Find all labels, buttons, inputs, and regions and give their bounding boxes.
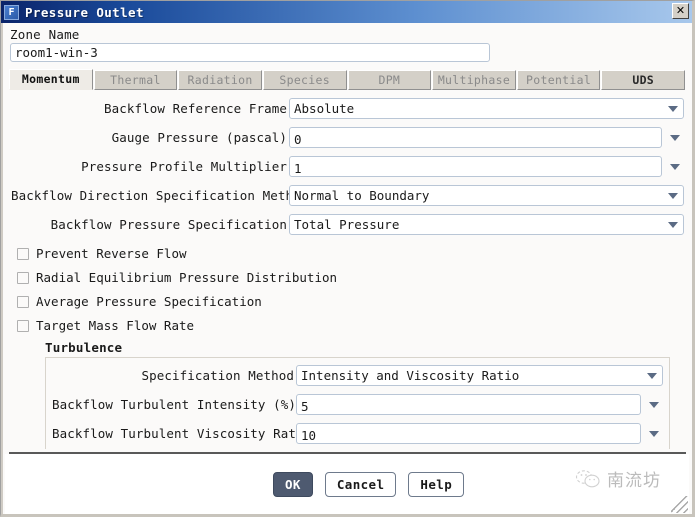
help-button[interactable]: Help	[408, 471, 465, 497]
field-row: Backflow Turbulent Viscosity Ratio	[52, 423, 663, 445]
checkbox-icon[interactable]	[17, 247, 29, 260]
dropdown-select[interactable]: Intensity and Viscosity Ratio	[296, 365, 663, 387]
tab-radiation[interactable]: Radiation	[178, 69, 262, 90]
dropdown-select[interactable]: Absolute	[289, 98, 684, 120]
chevron-down-icon[interactable]	[670, 134, 680, 141]
chevron-down-icon[interactable]	[668, 192, 678, 199]
field-row: Specification Method Intensity and Viscos…	[52, 365, 663, 387]
turbulence-group-box: Specification Method Intensity and Viscos…	[45, 356, 670, 449]
zone-name-input[interactable]	[10, 43, 490, 62]
field-label: Gauge Pressure (pascal)	[111, 130, 287, 146]
momentum-checkbox-list: Prevent Reverse Flow Radial Equilibrium P…	[11, 243, 684, 337]
close-icon[interactable]: ✕	[672, 3, 689, 19]
checkbox-icon[interactable]	[17, 271, 29, 284]
checkbox-row[interactable]: Target Mass Flow Rate	[17, 315, 684, 337]
chevron-down-icon[interactable]	[649, 430, 659, 437]
resize-grip[interactable]	[671, 496, 688, 513]
momentum-tab-panel: Backflow Reference Frame Absolute Gauge Pr…	[3, 89, 692, 449]
chevron-down-icon[interactable]	[649, 401, 659, 408]
field-row: Gauge Pressure (pascal)	[11, 127, 684, 149]
field-label: Specification Method	[141, 368, 294, 384]
spinner-field-wrap	[289, 127, 684, 149]
dropdown-select[interactable]: Normal to Boundary	[289, 185, 684, 207]
ok-button[interactable]: OK	[273, 471, 313, 497]
dropdown-value: Total Pressure	[294, 217, 400, 233]
dropdown-select[interactable]: Total Pressure	[289, 214, 684, 236]
checkbox-label: Radial Equilibrium Pressure Distribution	[36, 270, 338, 286]
checkbox-row[interactable]: Prevent Reverse Flow	[17, 243, 684, 265]
checkbox-icon[interactable]	[17, 295, 29, 308]
field-row: Backflow Pressure Specification Total Pre…	[11, 214, 684, 236]
tab-dpm[interactable]: DPM	[347, 69, 432, 90]
turbulence-field-rows: Specification Method Intensity and Viscos…	[52, 365, 663, 445]
numeric-input[interactable]	[296, 394, 641, 416]
tab-momentum[interactable]: Momentum	[9, 68, 93, 90]
title-bar: F Pressure Outlet ✕	[1, 1, 692, 23]
field-label: Pressure Profile Multiplier	[81, 159, 287, 175]
chevron-down-icon[interactable]	[670, 163, 680, 170]
footer-button-group: OK Cancel Help	[273, 471, 465, 497]
dropdown-value: Intensity and Viscosity Ratio	[301, 368, 520, 384]
window-title: Pressure Outlet	[25, 4, 144, 20]
cancel-button[interactable]: Cancel	[324, 471, 397, 497]
checkbox-label: Prevent Reverse Flow	[36, 246, 187, 262]
field-row: Backflow Turbulent Intensity (%)	[52, 394, 663, 416]
chevron-down-icon[interactable]	[668, 105, 678, 112]
tab-thermal[interactable]: Thermal	[93, 69, 178, 90]
field-row: Backflow Reference Frame Absolute	[11, 98, 684, 120]
watermark: 南流坊	[575, 466, 661, 491]
field-label: Backflow Pressure Specification	[50, 217, 287, 233]
wechat-icon	[575, 469, 600, 487]
tab-species[interactable]: Species	[262, 69, 347, 90]
zone-name-label: Zone Name	[10, 27, 80, 42]
dropdown-value: Normal to Boundary	[294, 188, 430, 204]
checkbox-label: Target Mass Flow Rate	[36, 318, 195, 334]
chevron-down-icon[interactable]	[668, 221, 678, 228]
fluent-app-icon: F	[4, 4, 19, 20]
dialog-footer: OK Cancel Help 南流坊	[5, 454, 689, 514]
field-row: Pressure Profile Multiplier	[11, 156, 684, 178]
field-label: Backflow Reference Frame	[103, 101, 287, 117]
field-label: Backflow Direction Specification Method	[11, 188, 309, 204]
tab-bar: Momentum Thermal Radiation Species DPM Multip…	[9, 68, 686, 90]
watermark-text: 南流坊	[607, 471, 661, 491]
checkbox-row[interactable]: Average Pressure Specification	[17, 291, 684, 313]
field-label: Backflow Turbulent Viscosity Ratio	[52, 426, 312, 442]
tab-multiphase[interactable]: Multiphase	[432, 69, 516, 90]
checkbox-icon[interactable]	[17, 319, 29, 332]
chevron-down-icon[interactable]	[647, 372, 657, 379]
field-label: Backflow Turbulent Intensity (%)	[52, 397, 297, 413]
spinner-field-wrap	[296, 423, 663, 445]
dropdown-value: Absolute	[294, 101, 355, 117]
numeric-input[interactable]	[289, 156, 662, 178]
tab-uds[interactable]: UDS	[601, 69, 685, 90]
spinner-field-wrap	[296, 394, 663, 416]
dialog-body: Zone Name MomentumThermalRadiationSpecie…	[1, 23, 692, 514]
pressure-outlet-dialog: F Pressure Outlet ✕ Zone Name MomentumTh…	[0, 0, 695, 517]
momentum-field-rows: Backflow Reference Frame Absolute Gauge Pr…	[11, 98, 684, 236]
numeric-input[interactable]	[296, 423, 641, 445]
numeric-input[interactable]	[289, 127, 662, 149]
turbulence-group-title: Turbulence	[45, 339, 123, 355]
spinner-field-wrap	[289, 156, 684, 178]
field-row: Backflow Direction Specification Method N…	[11, 185, 684, 207]
checkbox-label: Average Pressure Specification	[36, 294, 262, 310]
checkbox-row[interactable]: Radial Equilibrium Pressure Distribution	[17, 267, 684, 289]
tab-potential[interactable]: Potential	[516, 69, 601, 90]
